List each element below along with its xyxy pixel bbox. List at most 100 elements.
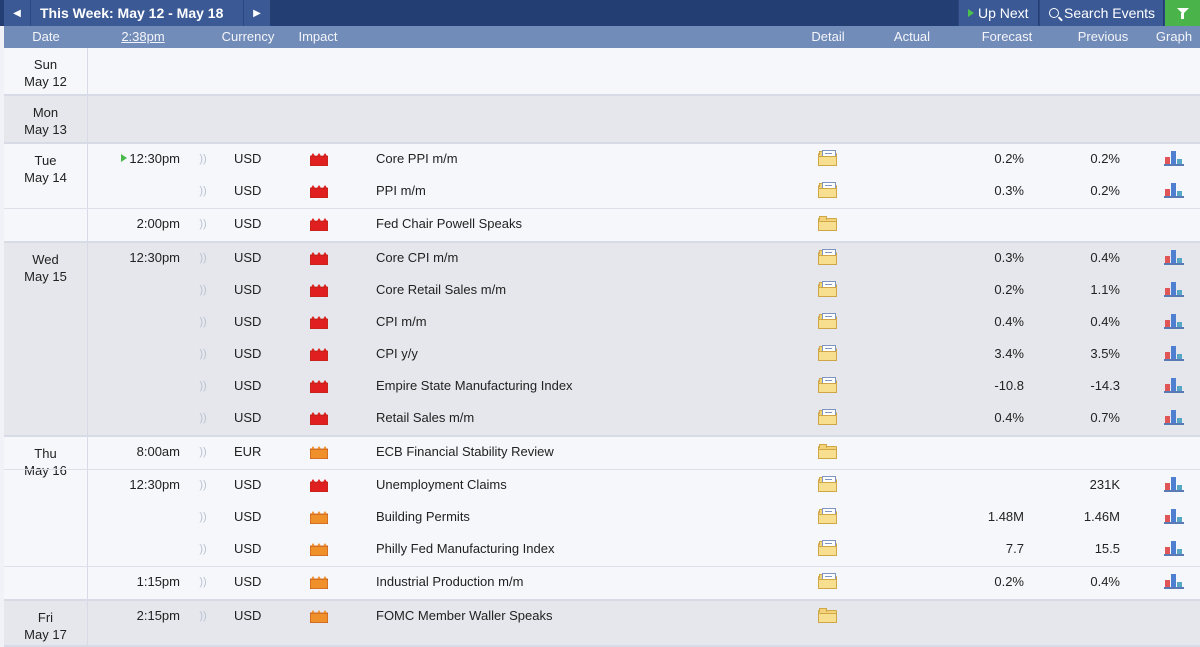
detail-folder-icon[interactable] [818, 249, 837, 265]
impact-icon[interactable] [309, 316, 330, 332]
event-row[interactable]: 12:30pm)) USD Core CPI m/m 0.3% 0.4% [4, 243, 1200, 275]
up-next-button[interactable]: Up Next [958, 0, 1038, 26]
event-forecast: 0.4% [994, 410, 1024, 425]
event-row[interactable]: 2:00pm)) USD Fed Chair Powell Speaks [4, 208, 1200, 241]
impact-icon[interactable] [309, 479, 330, 495]
detail-folder-icon[interactable] [818, 508, 837, 524]
next-week-button[interactable]: ▶ [244, 0, 270, 26]
impact-icon[interactable] [309, 610, 330, 626]
event-title[interactable]: Core Retail Sales m/m [376, 275, 506, 305]
graph-icon[interactable] [1164, 508, 1184, 524]
event-title[interactable]: Philly Fed Manufacturing Index [376, 534, 554, 564]
speaker-icon[interactable]: )) [194, 243, 212, 273]
event-title[interactable]: Building Permits [376, 502, 470, 532]
graph-icon[interactable] [1164, 345, 1184, 361]
event-previous: 0.4% [1090, 250, 1120, 265]
event-row[interactable]: 2:15pm)) USD FOMC Member Waller Speaks [4, 601, 1200, 645]
speaker-icon[interactable]: )) [194, 144, 212, 174]
detail-folder-icon[interactable] [818, 345, 837, 361]
event-row[interactable]: )) USD Building Permits 1.48M 1.46M [4, 502, 1200, 534]
speaker-icon[interactable]: )) [194, 534, 212, 564]
event-row[interactable]: )) USD CPI y/y 3.4% 3.5% [4, 339, 1200, 371]
event-title[interactable]: Core PPI m/m [376, 144, 458, 174]
speaker-icon[interactable]: )) [194, 275, 212, 305]
graph-icon[interactable] [1164, 573, 1184, 589]
event-row[interactable]: )) USD Empire State Manufacturing Index -10… [4, 371, 1200, 403]
event-title[interactable]: Unemployment Claims [376, 470, 507, 500]
graph-icon[interactable] [1164, 540, 1184, 556]
detail-folder-icon[interactable] [818, 476, 837, 492]
detail-folder-icon[interactable] [818, 281, 837, 297]
speaker-icon[interactable]: )) [194, 601, 212, 631]
detail-folder-icon[interactable] [818, 182, 837, 198]
graph-icon[interactable] [1164, 281, 1184, 297]
event-row[interactable]: )) USD Retail Sales m/m 0.4% 0.7% [4, 403, 1200, 435]
detail-folder-icon[interactable] [818, 540, 837, 556]
event-title[interactable]: ECB Financial Stability Review [376, 437, 554, 467]
impact-icon[interactable] [309, 576, 330, 592]
speaker-icon[interactable]: )) [194, 470, 212, 500]
detail-folder-icon[interactable] [818, 377, 837, 393]
event-row[interactable]: )) USD Philly Fed Manufacturing Index 7.7 15… [4, 534, 1200, 566]
impact-icon[interactable] [309, 543, 330, 559]
impact-icon[interactable] [309, 348, 330, 364]
detail-folder-icon[interactable] [818, 573, 837, 589]
event-row[interactable]: 12:30pm)) USD Core PPI m/m 0.2% 0.2% [4, 144, 1200, 176]
event-title[interactable]: PPI m/m [376, 176, 426, 206]
event-title[interactable]: Core CPI m/m [376, 243, 458, 273]
event-title[interactable]: CPI y/y [376, 339, 418, 369]
speaker-icon[interactable]: )) [194, 403, 212, 433]
calendar-toolbar: ◀ This Week: May 12 - May 18 ▶ Up Next S… [0, 0, 1200, 26]
detail-folder-icon[interactable] [818, 608, 837, 623]
impact-icon[interactable] [309, 153, 330, 169]
event-forecast: 0.2% [994, 574, 1024, 589]
speaker-icon[interactable]: )) [194, 567, 212, 597]
event-title[interactable]: Fed Chair Powell Speaks [376, 209, 522, 239]
speaker-icon[interactable]: )) [194, 371, 212, 401]
column-time[interactable]: 2:38pm [110, 26, 176, 48]
graph-icon[interactable] [1164, 409, 1184, 425]
event-title[interactable]: Industrial Production m/m [376, 567, 523, 597]
speaker-icon[interactable]: )) [194, 307, 212, 337]
detail-folder-icon[interactable] [818, 216, 837, 231]
detail-folder-icon[interactable] [818, 409, 837, 425]
impact-icon[interactable] [309, 252, 330, 268]
event-row[interactable]: 8:00am)) EUR ECB Financial Stability Revie… [4, 437, 1200, 469]
impact-icon[interactable] [309, 412, 330, 428]
filter-button[interactable] [1164, 0, 1200, 26]
week-selector[interactable]: This Week: May 12 - May 18 [30, 0, 244, 26]
event-row[interactable]: )) USD PPI m/m 0.3% 0.2% [4, 176, 1200, 208]
graph-icon[interactable] [1164, 249, 1184, 265]
previous-week-button[interactable]: ◀ [4, 0, 30, 26]
event-row[interactable]: 1:15pm)) USD Industrial Production m/m 0.2%… [4, 566, 1200, 599]
impact-icon[interactable] [309, 446, 330, 462]
impact-icon[interactable] [309, 380, 330, 396]
search-events-button[interactable]: Search Events [1039, 0, 1163, 26]
event-row[interactable]: )) USD CPI m/m 0.4% 0.4% [4, 307, 1200, 339]
speaker-icon[interactable]: )) [194, 209, 212, 239]
speaker-icon[interactable]: )) [194, 502, 212, 532]
event-title[interactable]: FOMC Member Waller Speaks [376, 601, 553, 631]
graph-icon[interactable] [1164, 150, 1184, 166]
speaker-icon[interactable]: )) [194, 176, 212, 206]
graph-base [1164, 522, 1184, 524]
graph-icon[interactable] [1164, 377, 1184, 393]
graph-icon[interactable] [1164, 476, 1184, 492]
event-row[interactable]: )) USD Core Retail Sales m/m 0.2% 1.1% [4, 275, 1200, 307]
detail-folder-icon[interactable] [818, 444, 837, 459]
impact-icon[interactable] [309, 284, 330, 300]
event-row[interactable]: 12:30pm)) USD Unemployment Claims 231K [4, 469, 1200, 502]
speaker-icon[interactable]: )) [194, 437, 212, 467]
event-forecast: 7.7 [1005, 541, 1024, 556]
speaker-icon[interactable]: )) [194, 339, 212, 369]
graph-icon[interactable] [1164, 182, 1184, 198]
event-title[interactable]: Retail Sales m/m [376, 403, 474, 433]
event-title[interactable]: CPI m/m [376, 307, 427, 337]
graph-icon[interactable] [1164, 313, 1184, 329]
impact-icon[interactable] [309, 185, 330, 201]
detail-folder-icon[interactable] [818, 150, 837, 166]
detail-folder-icon[interactable] [818, 313, 837, 329]
impact-icon[interactable] [309, 511, 330, 527]
event-title[interactable]: Empire State Manufacturing Index [376, 371, 573, 401]
impact-icon[interactable] [309, 218, 330, 234]
